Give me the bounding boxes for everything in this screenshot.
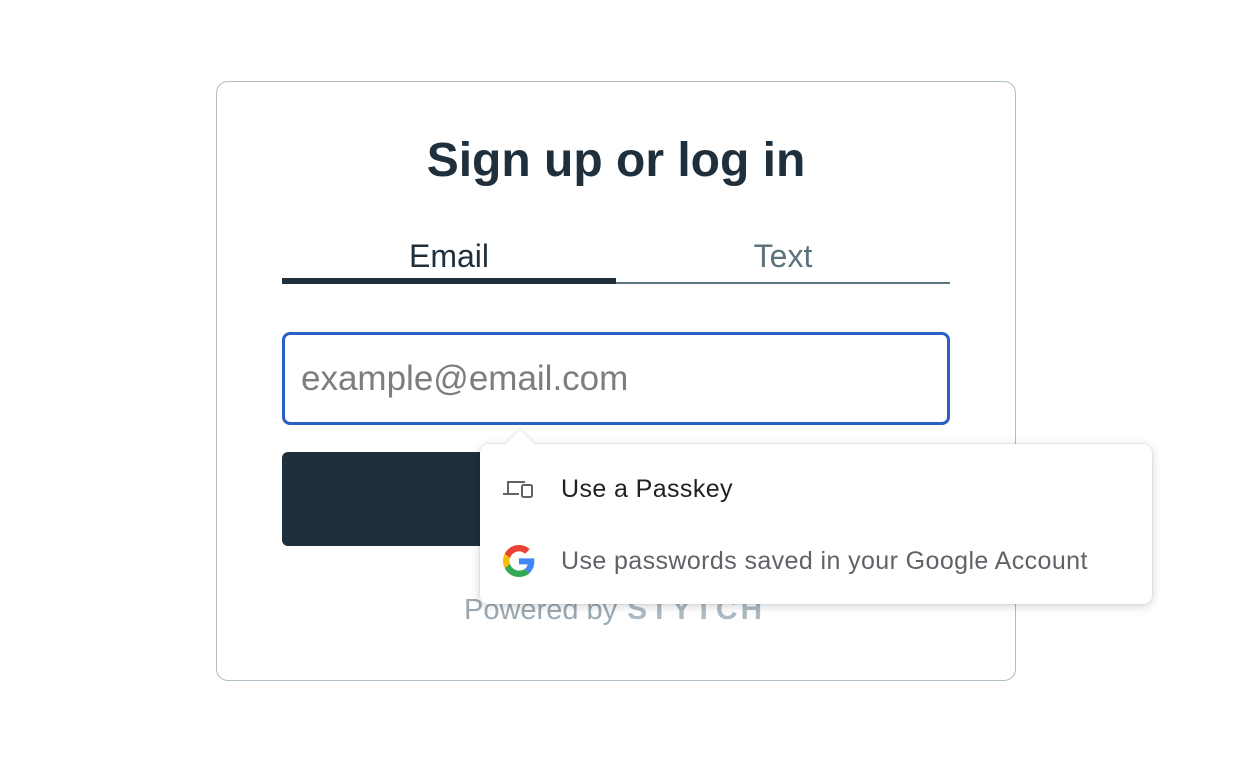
tab-text[interactable]: Text [616,236,950,282]
use-google-passwords-option[interactable]: Use passwords saved in your Google Accou… [480,525,1152,597]
use-passkey-option[interactable]: Use a Passkey [480,453,1152,525]
autofill-popup: Use a Passkey Use passwords saved in you… [480,429,1152,604]
page-title: Sign up or log in [426,134,806,187]
google-icon [502,544,536,578]
email-field[interactable] [282,332,950,425]
use-google-passwords-label: Use passwords saved in your Google Accou… [561,546,1088,575]
login-method-tabs: Email Text [282,236,950,284]
devices-icon [502,472,536,506]
use-passkey-label: Use a Passkey [561,474,733,503]
tab-email[interactable]: Email [282,236,616,284]
